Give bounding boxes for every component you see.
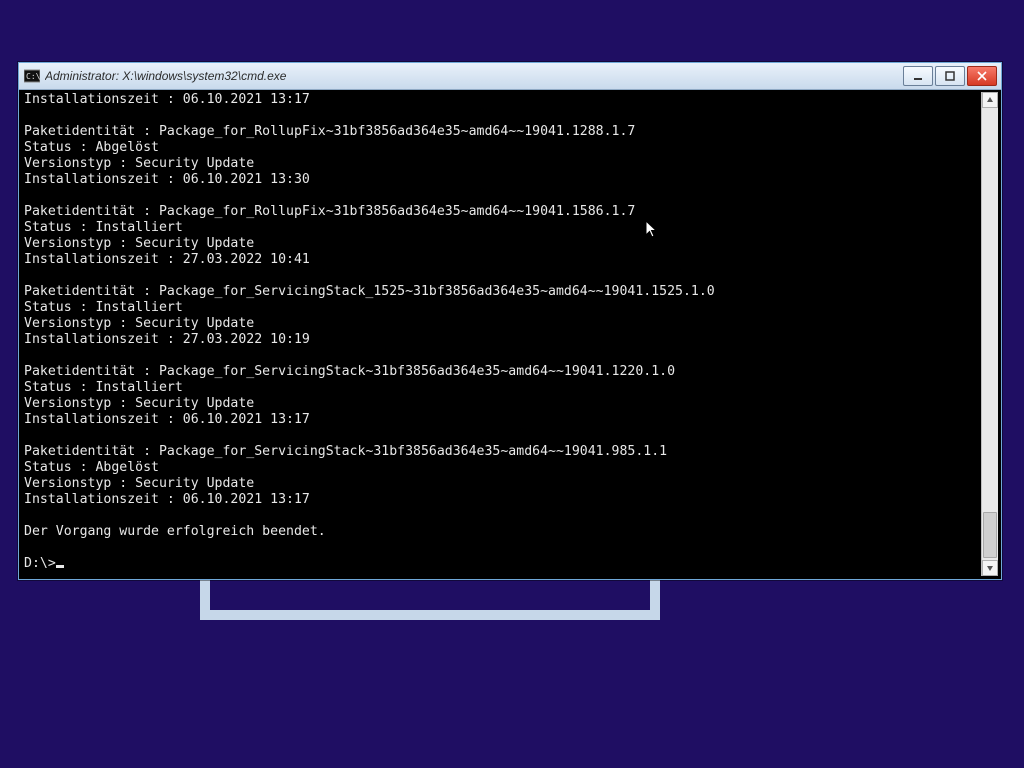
cmd-icon: C:\ <box>24 68 40 84</box>
text-caret <box>56 565 64 568</box>
output-line: Paketidentität : Package_for_RollupFix~3… <box>24 124 635 139</box>
output-line: Paketidentität : Package_for_ServicingSt… <box>24 444 667 459</box>
minimize-button[interactable] <box>903 66 933 86</box>
output-line: Paketidentität : Package_for_ServicingSt… <box>24 364 675 379</box>
close-button[interactable] <box>967 66 997 86</box>
output-line: Status : Installiert <box>24 300 183 315</box>
output-line: Versionstyp : Security Update <box>24 236 254 251</box>
output-line: Versionstyp : Security Update <box>24 476 254 491</box>
scroll-down-button[interactable] <box>982 560 998 576</box>
titlebar[interactable]: C:\ Administrator: X:\windows\system32\c… <box>19 63 1001 90</box>
window-title: Administrator: X:\windows\system32\cmd.e… <box>45 69 286 83</box>
output-line: Status : Installiert <box>24 220 183 235</box>
output-line: Versionstyp : Security Update <box>24 316 254 331</box>
output-line: Installationszeit : 06.10.2021 13:17 <box>24 92 310 107</box>
scroll-thumb[interactable] <box>983 512 997 558</box>
output-line: Installationszeit : 27.03.2022 10:41 <box>24 252 310 267</box>
output-line: Der Vorgang wurde erfolgreich beendet. <box>24 524 326 539</box>
output-line: Status : Abgelöst <box>24 460 159 475</box>
output-line: Installationszeit : 06.10.2021 13:17 <box>24 412 310 427</box>
output-line: Installationszeit : 06.10.2021 13:17 <box>24 492 310 507</box>
output-line: Paketidentität : Package_for_ServicingSt… <box>24 284 715 299</box>
output-line: Versionstyp : Security Update <box>24 396 254 411</box>
output-line: Installationszeit : 06.10.2021 13:30 <box>24 172 310 187</box>
output-line: Paketidentität : Package_for_RollupFix~3… <box>24 204 635 219</box>
output-line: Versionstyp : Security Update <box>24 156 254 171</box>
maximize-button[interactable] <box>935 66 965 86</box>
client-area: Installationszeit : 06.10.2021 13:17 Pak… <box>22 92 998 576</box>
output-line: Status : Abgelöst <box>24 140 159 155</box>
output-line: Status : Installiert <box>24 380 183 395</box>
vertical-scrollbar[interactable] <box>981 92 998 576</box>
cmd-window: C:\ Administrator: X:\windows\system32\c… <box>18 62 1002 580</box>
terminal-output[interactable]: Installationszeit : 06.10.2021 13:17 Pak… <box>22 92 981 576</box>
svg-text:C:\: C:\ <box>26 72 40 81</box>
output-line: Installationszeit : 27.03.2022 10:19 <box>24 332 310 347</box>
desktop: C:\ Administrator: X:\windows\system32\c… <box>0 0 1024 768</box>
prompt: D:\> <box>24 556 56 571</box>
window-buttons <box>903 66 997 86</box>
scroll-up-button[interactable] <box>982 92 998 108</box>
